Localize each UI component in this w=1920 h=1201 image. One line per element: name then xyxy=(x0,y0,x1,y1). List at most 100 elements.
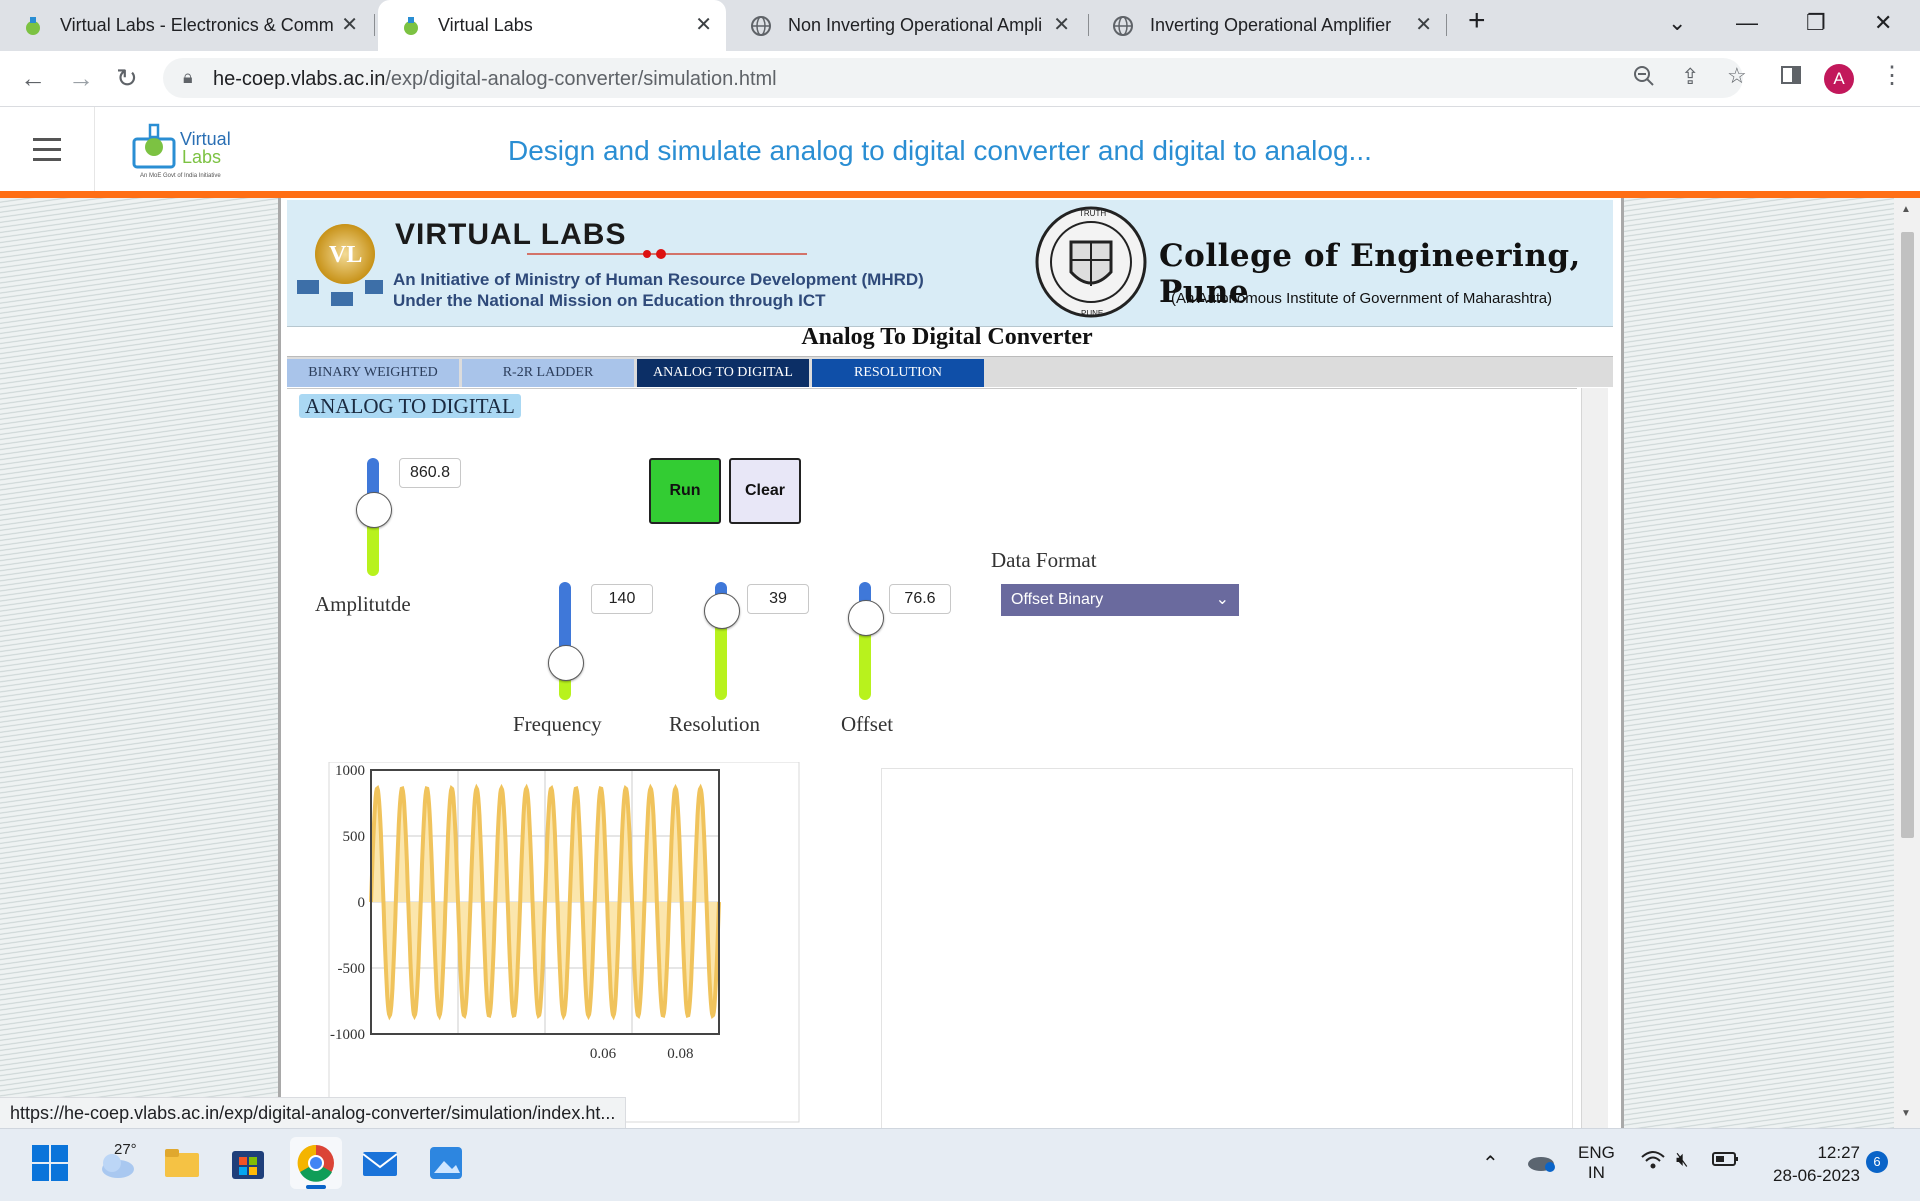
notification-badge[interactable]: 6 xyxy=(1866,1151,1888,1173)
close-window-button[interactable]: ✕ xyxy=(1874,10,1892,36)
chrome-taskbar-button[interactable] xyxy=(290,1137,342,1189)
emblem-text-top: TRUTH xyxy=(1079,209,1106,218)
vlabs-icon xyxy=(22,15,44,37)
frequency-value[interactable]: 140 xyxy=(591,584,653,614)
offset-slider-knob[interactable] xyxy=(848,600,884,637)
share-icon[interactable]: ⇪ xyxy=(1681,64,1699,90)
amplitude-value[interactable]: 860.8 xyxy=(399,458,461,488)
side-panel-icon[interactable] xyxy=(1780,64,1802,92)
tab-binary-weighted[interactable]: BINARY WEIGHTED xyxy=(287,359,459,387)
tab-separator xyxy=(1446,14,1447,36)
simulator-title: Analog To Digital Converter xyxy=(801,324,1093,350)
zoom-icon[interactable] xyxy=(1633,65,1655,93)
data-format-selected: Offset Binary xyxy=(1011,591,1104,608)
volume-muted-icon[interactable]: 🔇︎ xyxy=(1676,1149,1689,1172)
globe-icon xyxy=(750,15,772,37)
battery-icon[interactable] xyxy=(1712,1151,1740,1172)
globe-icon xyxy=(1112,15,1134,37)
hamburger-menu-icon[interactable] xyxy=(0,107,95,191)
scrollbar-thumb[interactable] xyxy=(1901,232,1914,838)
clock-time: 12:27 xyxy=(1817,1143,1860,1162)
vlabs-icon xyxy=(400,15,422,37)
tab-title: Virtual Labs xyxy=(438,15,533,35)
minimize-button[interactable]: — xyxy=(1736,10,1758,36)
amplitude-slider-knob[interactable] xyxy=(356,491,392,528)
vl-globe-logo: VL xyxy=(295,214,385,314)
output-panel xyxy=(881,768,1573,1130)
tab-analog-to-digital[interactable]: ANALOG TO DIGITAL xyxy=(637,359,809,387)
tab-title: Inverting Operational Amplifier xyxy=(1150,15,1392,35)
site-header: Virtual Labs An MoE Govt of India Initia… xyxy=(0,107,1920,191)
content-scroll-track[interactable] xyxy=(1581,388,1608,1128)
close-tab-icon[interactable]: ✕ xyxy=(1053,14,1070,36)
virtual-labs-logo[interactable]: Virtual Labs An MoE Govt of India Initia… xyxy=(132,117,242,183)
close-tab-icon[interactable]: ✕ xyxy=(1415,14,1432,36)
address-bar[interactable]: 🔒︎ he-coep.vlabs.ac.in/exp/digital-analo… xyxy=(163,58,1747,98)
language-indicator[interactable]: ENG IN xyxy=(1578,1143,1615,1183)
back-arrow-icon[interactable]: ← xyxy=(20,63,46,93)
run-button[interactable]: Run xyxy=(649,458,721,524)
tab-title: Non Inverting Operational Ampli xyxy=(788,15,1043,35)
y-tick-label: -1000 xyxy=(330,1027,365,1043)
resolution-slider-knob[interactable] xyxy=(704,593,740,630)
windows-start-icon[interactable] xyxy=(30,1143,70,1183)
url-text[interactable]: he-coep.vlabs.ac.in/exp/digital-analog-c… xyxy=(213,68,777,91)
photos-icon[interactable] xyxy=(426,1143,466,1183)
vlab-banner: VL VIRTUAL LABS An Initiative of Ministr… xyxy=(287,200,1613,327)
y-tick-label: 0 xyxy=(358,895,366,911)
y-tick-label: -500 xyxy=(338,961,366,977)
bookmark-star-icon[interactable]: ☆ xyxy=(1727,63,1747,89)
tab-separator xyxy=(1088,14,1089,36)
wifi-icon[interactable] xyxy=(1640,1149,1666,1177)
onedrive-icon[interactable] xyxy=(1526,1149,1556,1178)
tab-search-icon[interactable]: ⌄ xyxy=(1668,10,1686,36)
reload-icon[interactable]: ↻ xyxy=(116,63,138,93)
svg-text:VL: VL xyxy=(329,242,362,268)
x-tick-label: 0.08 xyxy=(667,1046,693,1062)
frequency-slider-track[interactable] xyxy=(559,582,571,700)
browser-tab-3[interactable]: Non Inverting Operational Ampli ✕ xyxy=(728,0,1084,51)
x-tick-label: 0.06 xyxy=(590,1046,617,1062)
vl-banner-title: VIRTUAL LABS xyxy=(395,218,627,251)
mail-icon[interactable] xyxy=(360,1143,400,1183)
frequency-label: Frequency xyxy=(513,712,602,736)
scroll-up-arrow[interactable]: ▲ xyxy=(1901,204,1911,215)
section-label: ANALOG TO DIGITAL xyxy=(299,394,521,418)
forward-arrow-icon[interactable]: → xyxy=(68,63,94,93)
tab-r2r-ladder[interactable]: R-2R LADDER xyxy=(462,359,634,387)
offset-value[interactable]: 76.6 xyxy=(889,584,951,614)
file-explorer-icon[interactable] xyxy=(162,1143,202,1183)
frequency-slider-knob[interactable] xyxy=(548,645,584,682)
status-url-bubble: https://he-coep.vlabs.ac.in/exp/digital-… xyxy=(0,1097,627,1129)
scroll-down-arrow[interactable]: ▼ xyxy=(1901,1108,1911,1119)
windows-taskbar: 27° ⌃ ENG IN 🔇︎ 12:27 28-06-2023 6 xyxy=(0,1128,1920,1201)
clock[interactable]: 12:27 28-06-2023 xyxy=(1760,1141,1860,1187)
restore-button[interactable]: ❐ xyxy=(1806,10,1826,36)
simulator-tab-bar: BINARY WEIGHTED R-2R LADDER ANALOG TO DI… xyxy=(287,356,1613,387)
clear-button[interactable]: Clear xyxy=(729,458,801,524)
store-icon[interactable] xyxy=(228,1143,268,1183)
close-tab-icon[interactable]: ✕ xyxy=(341,14,358,36)
data-format-select[interactable]: Offset Binary ⌄ xyxy=(1001,584,1239,616)
chrome-icon xyxy=(297,1144,334,1182)
resolution-value[interactable]: 39 xyxy=(747,584,809,614)
browser-tab-strip: Virtual Labs - Electronics & Comm ✕ Virt… xyxy=(0,0,1920,51)
weather-temperature: 27° xyxy=(114,1141,137,1158)
close-tab-icon[interactable]: ✕ xyxy=(695,14,712,36)
new-tab-button[interactable]: + xyxy=(1468,4,1486,38)
initiative-line-2: Under the National Mission on Education … xyxy=(393,291,826,310)
coep-emblem: TRUTH PUNE xyxy=(1031,202,1151,324)
tab-resolution[interactable]: RESOLUTION xyxy=(812,359,984,387)
logo-tagline: An MoE Govt of India Initiative xyxy=(140,173,221,179)
clock-date: 28-06-2023 xyxy=(1773,1166,1860,1185)
simulation-frame: VL VIRTUAL LABS An Initiative of Ministr… xyxy=(278,198,1624,1130)
profile-avatar[interactable]: A xyxy=(1824,64,1854,94)
browser-tab-1[interactable]: Virtual Labs - Electronics & Comm ✕ xyxy=(0,0,372,51)
url-host: he-coep.vlabs.ac.in xyxy=(213,68,386,90)
y-tick-label: 1000 xyxy=(335,763,365,779)
show-hidden-icons-chevron[interactable]: ⌃ xyxy=(1482,1151,1499,1176)
browser-tab-2[interactable]: Virtual Labs ✕ xyxy=(378,0,726,51)
menu-kebab-icon[interactable]: ⋮ xyxy=(1880,61,1904,90)
browser-tab-4[interactable]: Inverting Operational Amplifier ✕ xyxy=(1090,0,1446,51)
initiative-line-1: An Initiative of Ministry of Human Resou… xyxy=(393,270,924,289)
